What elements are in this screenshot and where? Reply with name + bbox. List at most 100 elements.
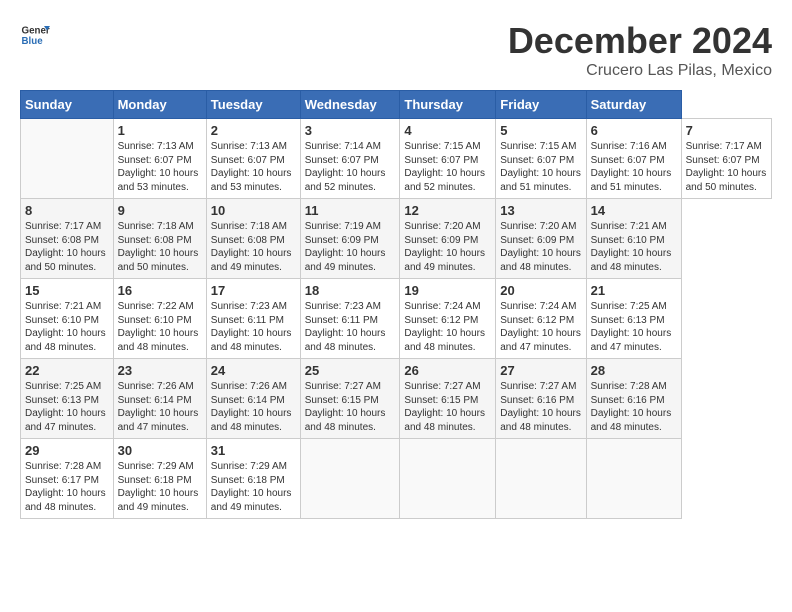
day-info: Sunrise: 7:23 AMSunset: 6:11 PMDaylight:… (211, 300, 296, 354)
calendar-header: SundayMondayTuesdayWednesdayThursdayFrid… (21, 91, 772, 119)
calendar-cell: 9 Sunrise: 7:18 AMSunset: 6:08 PMDaylight… (113, 199, 206, 279)
calendar-week-5: 29 Sunrise: 7:28 AMSunset: 6:17 PMDayligh… (21, 439, 772, 519)
day-number: 12 (404, 203, 491, 218)
day-info: Sunrise: 7:26 AMSunset: 6:14 PMDaylight:… (118, 380, 202, 434)
day-info: Sunrise: 7:25 AMSunset: 6:13 PMDaylight:… (591, 300, 677, 354)
day-info: Sunrise: 7:28 AMSunset: 6:17 PMDaylight:… (25, 460, 109, 514)
calendar-week-2: 8 Sunrise: 7:17 AMSunset: 6:08 PMDaylight… (21, 199, 772, 279)
calendar-cell: 3Sunrise: 7:14 AMSunset: 6:07 PMDaylight… (300, 119, 400, 199)
calendar-cell: 24 Sunrise: 7:26 AMSunset: 6:14 PMDayligh… (206, 359, 300, 439)
day-info: Sunrise: 7:20 AMSunset: 6:09 PMDaylight:… (404, 220, 491, 274)
calendar-cell: 22Sunrise: 7:25 AMSunset: 6:13 PMDayligh… (21, 359, 114, 439)
day-info: Sunrise: 7:26 AMSunset: 6:14 PMDaylight:… (211, 380, 296, 434)
day-number: 24 (211, 363, 296, 378)
day-number: 2 (211, 123, 296, 138)
day-info: Sunrise: 7:19 AMSunset: 6:09 PMDaylight:… (305, 220, 396, 274)
day-number: 29 (25, 443, 109, 458)
day-info: Sunrise: 7:27 AMSunset: 6:16 PMDaylight:… (500, 380, 581, 434)
calendar-cell: 25 Sunrise: 7:27 AMSunset: 6:15 PMDayligh… (300, 359, 400, 439)
day-number: 26 (404, 363, 491, 378)
day-info: Sunrise: 7:27 AMSunset: 6:15 PMDaylight:… (404, 380, 491, 434)
calendar-cell: 23 Sunrise: 7:26 AMSunset: 6:14 PMDayligh… (113, 359, 206, 439)
calendar-week-1: 1Sunrise: 7:13 AMSunset: 6:07 PMDaylight… (21, 119, 772, 199)
column-header-monday: Monday (113, 91, 206, 119)
column-header-thursday: Thursday (400, 91, 496, 119)
day-number: 13 (500, 203, 581, 218)
calendar-cell: 6Sunrise: 7:16 AMSunset: 6:07 PMDaylight… (586, 119, 681, 199)
day-info: Sunrise: 7:13 AMSunset: 6:07 PMDaylight:… (211, 140, 296, 194)
day-number: 8 (25, 203, 109, 218)
calendar-cell (300, 439, 400, 519)
calendar-cell (496, 439, 586, 519)
day-number: 23 (118, 363, 202, 378)
calendar-cell: 20Sunrise: 7:24 AMSunset: 6:12 PMDayligh… (496, 279, 586, 359)
day-number: 10 (211, 203, 296, 218)
calendar-cell: 29 Sunrise: 7:28 AMSunset: 6:17 PMDayligh… (21, 439, 114, 519)
calendar-cell: 12 Sunrise: 7:20 AMSunset: 6:09 PMDayligh… (400, 199, 496, 279)
column-header-sunday: Sunday (21, 91, 114, 119)
day-info: Sunrise: 7:28 AMSunset: 6:16 PMDaylight:… (591, 380, 677, 434)
calendar-cell: 7 Sunrise: 7:17 AMSunset: 6:07 PMDaylight… (681, 119, 771, 199)
day-number: 14 (591, 203, 677, 218)
day-info: Sunrise: 7:27 AMSunset: 6:15 PMDaylight:… (305, 380, 396, 434)
subtitle: Crucero Las Pilas, Mexico (508, 62, 772, 80)
calendar-cell: 1Sunrise: 7:13 AMSunset: 6:07 PMDaylight… (113, 119, 206, 199)
calendar-cell: 19Sunrise: 7:24 AMSunset: 6:12 PMDayligh… (400, 279, 496, 359)
calendar-cell: 8 Sunrise: 7:17 AMSunset: 6:08 PMDaylight… (21, 199, 114, 279)
calendar-cell: 21 Sunrise: 7:25 AMSunset: 6:13 PMDayligh… (586, 279, 681, 359)
day-info: Sunrise: 7:16 AMSunset: 6:07 PMDaylight:… (591, 140, 677, 194)
calendar-cell: 18Sunrise: 7:23 AMSunset: 6:11 PMDayligh… (300, 279, 400, 359)
day-info: Sunrise: 7:21 AMSunset: 6:10 PMDaylight:… (591, 220, 677, 274)
calendar-cell (586, 439, 681, 519)
day-number: 18 (305, 283, 396, 298)
calendar-cell: 15Sunrise: 7:21 AMSunset: 6:10 PMDayligh… (21, 279, 114, 359)
calendar-cell (400, 439, 496, 519)
day-number: 27 (500, 363, 581, 378)
calendar-week-4: 22Sunrise: 7:25 AMSunset: 6:13 PMDayligh… (21, 359, 772, 439)
day-info: Sunrise: 7:21 AMSunset: 6:10 PMDaylight:… (25, 300, 109, 354)
day-number: 22 (25, 363, 109, 378)
day-info: Sunrise: 7:14 AMSunset: 6:07 PMDaylight:… (305, 140, 396, 194)
day-info: Sunrise: 7:18 AMSunset: 6:08 PMDaylight:… (118, 220, 202, 274)
calendar-cell: 16Sunrise: 7:22 AMSunset: 6:10 PMDayligh… (113, 279, 206, 359)
calendar-week-3: 15Sunrise: 7:21 AMSunset: 6:10 PMDayligh… (21, 279, 772, 359)
calendar-cell: 31Sunrise: 7:29 AMSunset: 6:18 PMDayligh… (206, 439, 300, 519)
calendar-cell: 14 Sunrise: 7:21 AMSunset: 6:10 PMDayligh… (586, 199, 681, 279)
day-info: Sunrise: 7:29 AMSunset: 6:18 PMDaylight:… (118, 460, 202, 514)
day-info: Sunrise: 7:17 AMSunset: 6:07 PMDaylight:… (686, 140, 767, 194)
day-number: 30 (118, 443, 202, 458)
day-number: 21 (591, 283, 677, 298)
calendar-cell: 30 Sunrise: 7:29 AMSunset: 6:18 PMDayligh… (113, 439, 206, 519)
calendar-cell: 11Sunrise: 7:19 AMSunset: 6:09 PMDayligh… (300, 199, 400, 279)
column-header-saturday: Saturday (586, 91, 681, 119)
day-info: Sunrise: 7:24 AMSunset: 6:12 PMDaylight:… (404, 300, 491, 354)
calendar-body: 1Sunrise: 7:13 AMSunset: 6:07 PMDaylight… (21, 119, 772, 519)
column-header-wednesday: Wednesday (300, 91, 400, 119)
title-area: December 2024 Crucero Las Pilas, Mexico (508, 20, 772, 80)
day-info: Sunrise: 7:20 AMSunset: 6:09 PMDaylight:… (500, 220, 581, 274)
day-info: Sunrise: 7:17 AMSunset: 6:08 PMDaylight:… (25, 220, 109, 274)
calendar-cell (21, 119, 114, 199)
day-info: Sunrise: 7:13 AMSunset: 6:07 PMDaylight:… (118, 140, 202, 194)
day-number: 7 (686, 123, 767, 138)
day-info: Sunrise: 7:29 AMSunset: 6:18 PMDaylight:… (211, 460, 296, 514)
day-number: 25 (305, 363, 396, 378)
calendar-cell: 10Sunrise: 7:18 AMSunset: 6:08 PMDayligh… (206, 199, 300, 279)
day-number: 9 (118, 203, 202, 218)
main-title: December 2024 (508, 20, 772, 62)
calendar-cell: 28Sunrise: 7:28 AMSunset: 6:16 PMDayligh… (586, 359, 681, 439)
column-header-friday: Friday (496, 91, 586, 119)
day-number: 17 (211, 283, 296, 298)
column-header-tuesday: Tuesday (206, 91, 300, 119)
logo: General Blue (20, 20, 50, 50)
calendar-cell: 26 Sunrise: 7:27 AMSunset: 6:15 PMDayligh… (400, 359, 496, 439)
calendar: SundayMondayTuesdayWednesdayThursdayFrid… (20, 90, 772, 519)
logo-icon: General Blue (20, 20, 50, 50)
header: General Blue December 2024 Crucero Las P… (20, 20, 772, 80)
calendar-cell: 17 Sunrise: 7:23 AMSunset: 6:11 PMDayligh… (206, 279, 300, 359)
calendar-cell: 2 Sunrise: 7:13 AMSunset: 6:07 PMDaylight… (206, 119, 300, 199)
header-row: SundayMondayTuesdayWednesdayThursdayFrid… (21, 91, 772, 119)
day-info: Sunrise: 7:22 AMSunset: 6:10 PMDaylight:… (118, 300, 202, 354)
calendar-cell: 13 Sunrise: 7:20 AMSunset: 6:09 PMDayligh… (496, 199, 586, 279)
day-number: 4 (404, 123, 491, 138)
